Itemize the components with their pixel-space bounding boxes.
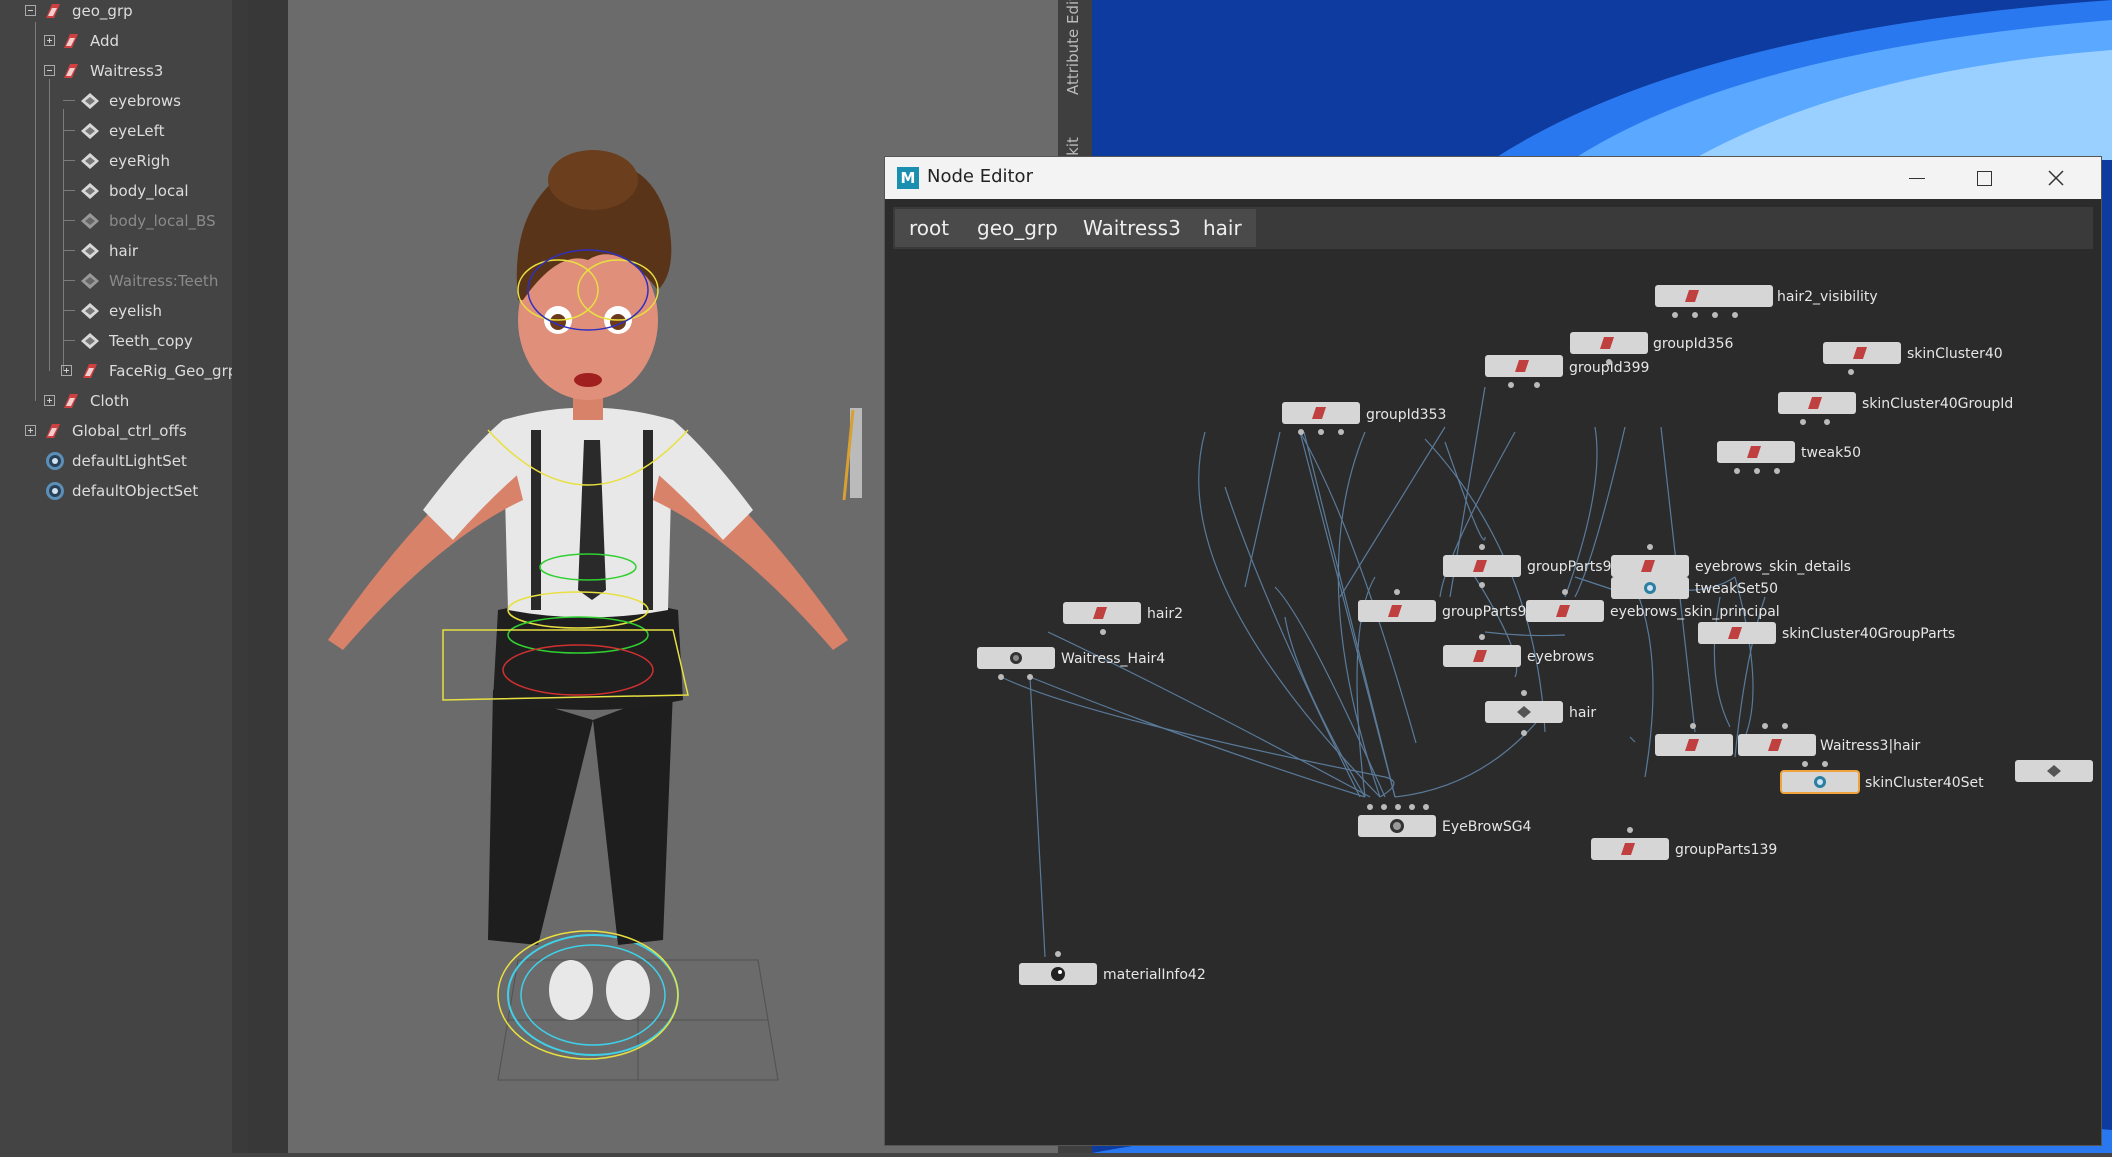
transform-group-icon (83, 364, 97, 378)
node-label: groupId356 (1653, 336, 1733, 352)
node-label: hair (1569, 705, 1596, 721)
node-label: Waitress_Hair4 (1061, 651, 1165, 667)
mesh-icon (81, 93, 99, 109)
outliner-item-add[interactable]: Add (0, 27, 232, 55)
node-offscreen[interactable] (2015, 760, 2093, 782)
expand-toggle[interactable] (25, 425, 36, 436)
node-label: materialInfo42 (1103, 967, 1206, 983)
outliner-item-eyerigh[interactable]: eyeRigh (0, 147, 232, 175)
collapse-toggle[interactable] (44, 65, 55, 76)
transform-group-icon (64, 64, 78, 78)
node-connections (1000, 386, 1766, 958)
node-label: skinCluster40GroupId (1862, 396, 2013, 412)
outliner-panel: geo_grp Add Waitress3 eyebrows eyeLeft e… (0, 0, 237, 1153)
outliner-item-geo-grp[interactable]: geo_grp (0, 0, 232, 25)
outliner-item-facerig-geo-grp[interactable]: FaceRig_Geo_grp (0, 357, 237, 385)
node-eyebrows[interactable]: eyebrows (1443, 634, 1594, 667)
node-tweakset50[interactable]: tweakSet50 (1611, 577, 1778, 599)
node-label: tweak50 (1801, 445, 1861, 461)
outliner-item-body-local-bs[interactable]: body_local_BS (0, 207, 232, 235)
node-label: EyeBrowSG4 (1442, 819, 1532, 835)
node-label: skinCluster40GroupParts (1782, 626, 1955, 642)
outliner-scrollbar[interactable] (232, 0, 248, 1153)
outliner-item-eyeleft[interactable]: eyeLeft (0, 117, 232, 145)
outliner-item-body-local[interactable]: body_local (0, 177, 232, 205)
mesh-icon (81, 123, 99, 139)
node-eyebrowsg4[interactable]: EyeBrowSG4 (1358, 804, 1532, 837)
mesh-icon (81, 333, 99, 349)
node-label: skinCluster40 (1907, 346, 2003, 362)
node-hair2[interactable]: hair2 (1063, 602, 1183, 635)
node-groupparts99[interactable]: groupParts99 (1443, 544, 1620, 588)
transform-group-icon (46, 4, 60, 18)
node-groupparts96[interactable]: groupParts96 (1358, 589, 1535, 622)
node-material-info42[interactable]: materialInfo42 (1019, 951, 1206, 985)
mesh-icon (81, 273, 99, 289)
node-eyebrows-skin-details[interactable]: eyebrows_skin_details (1611, 544, 1851, 577)
node-label: tweakSet50 (1695, 581, 1778, 597)
outliner-item-waitress3[interactable]: Waitress3 (0, 57, 232, 85)
mesh-icon (81, 213, 99, 229)
transform-group-icon (64, 394, 78, 408)
node-label: eyebrows_skin_details (1695, 559, 1851, 575)
node-skincluster40[interactable]: skinCluster40 (1823, 342, 2003, 375)
outliner-item-global-ctrl-offs[interactable]: Global_ctrl_offs (0, 417, 232, 445)
node-skincluster40-groupparts[interactable]: skinCluster40GroupParts (1698, 622, 1955, 644)
outliner-item-teeth-copy[interactable]: Teeth_copy (0, 327, 232, 355)
mesh-icon (81, 243, 99, 259)
node-hair[interactable]: hair (1485, 690, 1596, 736)
expand-toggle[interactable] (44, 35, 55, 46)
node-label: groupParts139 (1675, 842, 1777, 858)
outliner-item-eyelish[interactable]: eyelish (0, 297, 232, 325)
node-skincluster40-groupid[interactable]: skinCluster40GroupId (1778, 392, 2013, 425)
expand-toggle[interactable] (61, 365, 72, 376)
object-set-icon (46, 482, 64, 500)
node-label: groupId353 (1366, 407, 1446, 423)
node-label: eyebrows_skin_principal (1610, 604, 1780, 620)
attribute-editor-tab[interactable]: Attribute Edito (1064, 0, 1082, 95)
outliner-item-hair[interactable]: hair (0, 237, 232, 265)
node-label: hair2_visibility (1777, 289, 1878, 305)
node-label: skinCluster40Set (1865, 775, 1984, 791)
outliner-item-eyebrows[interactable]: eyebrows (0, 87, 232, 115)
panel-separator[interactable] (248, 0, 288, 1153)
node-label: hair2 (1147, 606, 1183, 622)
node-label: Waitress3|hair (1820, 738, 1921, 754)
node-label: groupParts96 (1442, 604, 1535, 620)
outliner-item-default-object-set[interactable]: defaultObjectSet (0, 477, 232, 505)
collapse-toggle[interactable] (25, 5, 36, 16)
node-label: groupParts99 (1527, 559, 1620, 575)
node-groupparts139[interactable]: groupParts139 (1591, 827, 1777, 860)
node-tweak50[interactable]: tweak50 (1717, 441, 1861, 474)
outliner-item-waitress-teeth[interactable]: Waitress:Teeth (0, 267, 232, 295)
node-label: eyebrows (1527, 649, 1594, 665)
outliner-item-default-light-set[interactable]: defaultLightSet (0, 447, 232, 475)
mesh-icon (81, 153, 99, 169)
node-waitress3-hair[interactable]: Waitress3|hair (1655, 723, 1921, 756)
node-editor-window: M Node Editor root geo_grp Waitress3 hai… (884, 156, 2102, 1146)
node-graph-canvas[interactable]: hair2 Waitress_Hair4 materialInfo42 grou… (885, 157, 2101, 1145)
mesh-icon (81, 303, 99, 319)
transform-group-icon (64, 34, 78, 48)
node-skincluster40-set[interactable]: skinCluster40Set (1780, 761, 1984, 794)
expand-toggle[interactable] (44, 395, 55, 406)
node-groupid399[interactable]: groupId399 (1485, 355, 1649, 388)
outliner-item-cloth[interactable]: Cloth (0, 387, 232, 415)
mesh-icon (81, 183, 99, 199)
node-hair2-visibility[interactable]: hair2_visibility (1655, 285, 1878, 318)
node-groupid353[interactable]: groupId353 (1282, 402, 1446, 435)
object-set-icon (46, 452, 64, 470)
transform-group-icon (46, 424, 60, 438)
